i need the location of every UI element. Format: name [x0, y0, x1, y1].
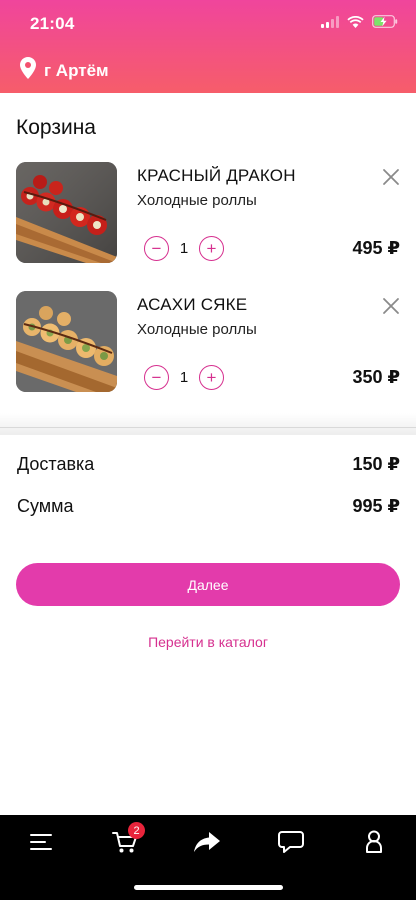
quantity-stepper: − 1 + [144, 365, 224, 390]
section-shadow [0, 413, 416, 435]
product-price: 350 ₽ [352, 367, 400, 387]
plus-icon: + [206, 368, 217, 387]
location-label: г Артём [44, 60, 109, 80]
remove-item-button[interactable] [382, 168, 400, 186]
app-header: 21:04 г Артём [0, 0, 416, 93]
tab-chat[interactable] [274, 827, 308, 857]
product-price: 495 ₽ [352, 238, 400, 258]
minus-icon: − [151, 368, 162, 387]
product-category: Холодные роллы [137, 321, 257, 338]
cart-count-badge: 2 [128, 822, 145, 839]
profile-icon [366, 830, 382, 853]
product-image[interactable] [16, 162, 117, 263]
status-bar: 21:04 [0, 0, 416, 48]
increase-quantity-button[interactable]: + [199, 236, 224, 261]
tab-share[interactable] [190, 827, 224, 857]
status-time: 21:04 [30, 14, 75, 33]
chat-icon [278, 831, 304, 853]
decrease-quantity-button[interactable]: − [144, 365, 169, 390]
tab-cart[interactable]: 2 [108, 822, 145, 857]
quantity-value: 1 [179, 240, 189, 257]
share-icon [194, 832, 220, 852]
plus-icon: + [206, 239, 217, 258]
product-name: АСАХИ СЯКЕ [137, 295, 248, 314]
total-label: Сумма [17, 495, 74, 516]
wifi-icon [347, 15, 364, 28]
quantity-stepper: − 1 + [144, 236, 224, 261]
increase-quantity-button[interactable]: + [199, 365, 224, 390]
section-divider [0, 427, 416, 428]
go-to-catalog-link[interactable]: Перейти в каталог [0, 634, 416, 650]
product-category: Холодные роллы [137, 192, 257, 209]
map-pin-icon [20, 57, 36, 84]
total-row: Сумма 995 ₽ [17, 494, 400, 518]
decrease-quantity-button[interactable]: − [144, 236, 169, 261]
close-icon [383, 169, 399, 185]
remove-item-button[interactable] [382, 297, 400, 315]
product-name: КРАСНЫЙ ДРАКОН [137, 166, 296, 185]
tab-profile[interactable] [357, 827, 391, 857]
delivery-value: 150 ₽ [352, 453, 400, 474]
product-image[interactable] [16, 291, 117, 392]
tab-menu[interactable] [24, 827, 58, 857]
page-title: Корзина [16, 116, 96, 139]
location-selector[interactable]: г Артём [20, 57, 109, 84]
cart-item: АСАХИ СЯКЕ Холодные роллы − 1 + 350 ₽ [0, 291, 416, 401]
cart-item: КРАСНЫЙ ДРАКОН Холодные роллы − 1 + 495 … [0, 162, 416, 272]
battery-charging-icon [372, 15, 398, 28]
menu-icon [30, 834, 52, 850]
delivery-row: Доставка 150 ₽ [17, 452, 400, 476]
total-value: 995 ₽ [352, 495, 400, 516]
delivery-label: Доставка [17, 453, 95, 474]
status-icons [321, 15, 398, 28]
close-icon [383, 298, 399, 314]
signal-icon [321, 15, 339, 28]
next-button[interactable]: Далее [16, 563, 400, 606]
minus-icon: − [151, 239, 162, 258]
quantity-value: 1 [179, 369, 189, 386]
home-indicator[interactable] [134, 885, 283, 890]
